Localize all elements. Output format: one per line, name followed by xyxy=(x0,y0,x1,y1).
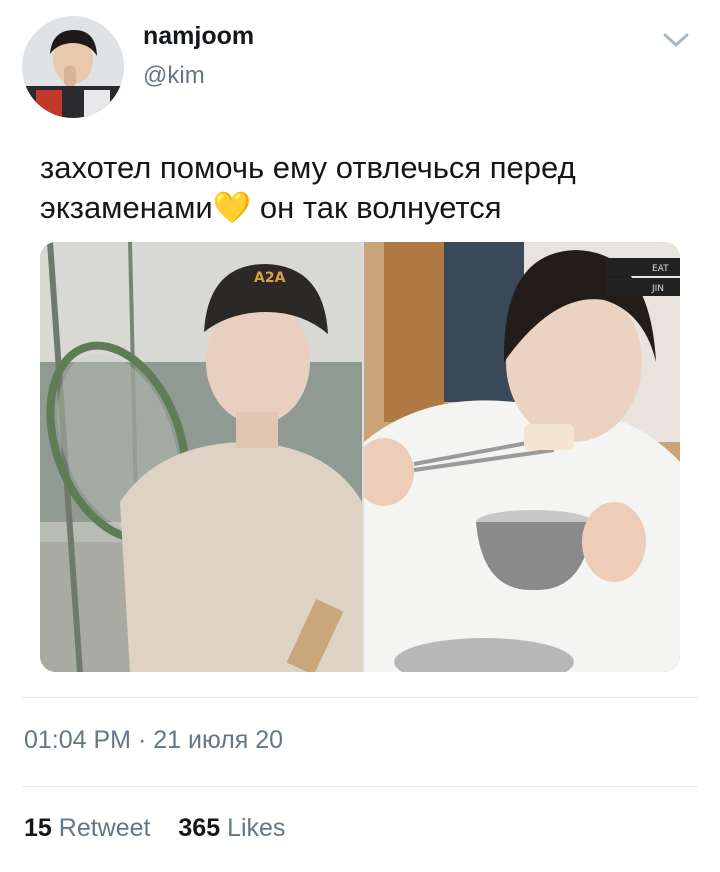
tweet-timestamp[interactable]: 01:04 PM · 21 июля 20 xyxy=(24,726,283,755)
likes-count: 365 xyxy=(178,814,221,842)
divider xyxy=(22,697,698,698)
sticker-jin: JIN xyxy=(651,284,664,294)
tweet-stats: 15 Retweet 365 Likes xyxy=(24,814,285,843)
chevron-down-icon[interactable] xyxy=(660,28,692,52)
display-name[interactable]: namjoom xyxy=(143,22,254,51)
photo-eating[interactable]: EAT JIN xyxy=(364,242,680,672)
tweet-text: захотел помочь ему отвлечься перед экзам… xyxy=(40,150,576,225)
retweets-stat[interactable]: 15 Retweet xyxy=(24,814,157,842)
avatar-image xyxy=(22,16,124,118)
retweets-count: 15 xyxy=(24,814,52,842)
tweet-media[interactable]: A2A EAT JIN xyxy=(40,242,680,672)
user-handle[interactable]: @kim xyxy=(143,62,205,90)
avatar[interactable] xyxy=(22,16,124,118)
likes-stat[interactable]: 365 Likes xyxy=(178,814,285,842)
retweets-label: Retweet xyxy=(58,814,151,842)
sticker-eat: EAT xyxy=(652,264,669,274)
likes-label: Likes xyxy=(227,814,286,842)
svg-text:A2A: A2A xyxy=(254,270,286,286)
photo-tennis[interactable]: A2A xyxy=(40,242,362,672)
divider xyxy=(22,786,698,787)
